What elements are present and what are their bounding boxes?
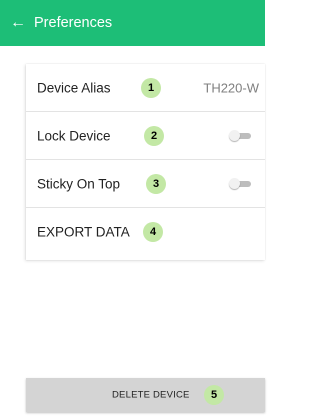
preferences-card: Device Alias 1 TH220-W Lock Device 2 Sti…: [26, 64, 265, 260]
toggle-thumb: [229, 177, 240, 189]
lock-device-toggle[interactable]: [229, 129, 251, 141]
export-data-label: EXPORT DATA: [37, 224, 130, 240]
export-data-row[interactable]: EXPORT DATA 4: [26, 208, 265, 256]
sticky-on-top-row[interactable]: Sticky On Top 3: [26, 160, 265, 208]
sticky-on-top-toggle[interactable]: [229, 177, 251, 189]
step-badge-3: 3: [146, 173, 166, 194]
step-badge-2: 2: [144, 125, 164, 146]
device-alias-value: TH220-W: [203, 80, 259, 95]
step-badge-1: 1: [141, 77, 161, 98]
sticky-on-top-label: Sticky On Top: [37, 176, 121, 191]
step-badge-5: 5: [204, 385, 224, 405]
device-alias-row[interactable]: Device Alias 1 TH220-W: [26, 64, 265, 112]
toggle-thumb: [229, 129, 240, 141]
app-bar: ← Preferences: [0, 0, 265, 46]
delete-device-label: DELETE DEVICE: [112, 389, 190, 401]
lock-device-label: Lock Device: [37, 128, 111, 143]
lock-device-row[interactable]: Lock Device 2: [26, 112, 265, 160]
delete-device-button[interactable]: DELETE DEVICE 5: [26, 378, 265, 412]
device-alias-label: Device Alias: [37, 80, 111, 95]
back-arrow-icon[interactable]: ←: [8, 15, 28, 31]
step-badge-4: 4: [143, 222, 163, 242]
page-title: Preferences: [34, 15, 113, 31]
